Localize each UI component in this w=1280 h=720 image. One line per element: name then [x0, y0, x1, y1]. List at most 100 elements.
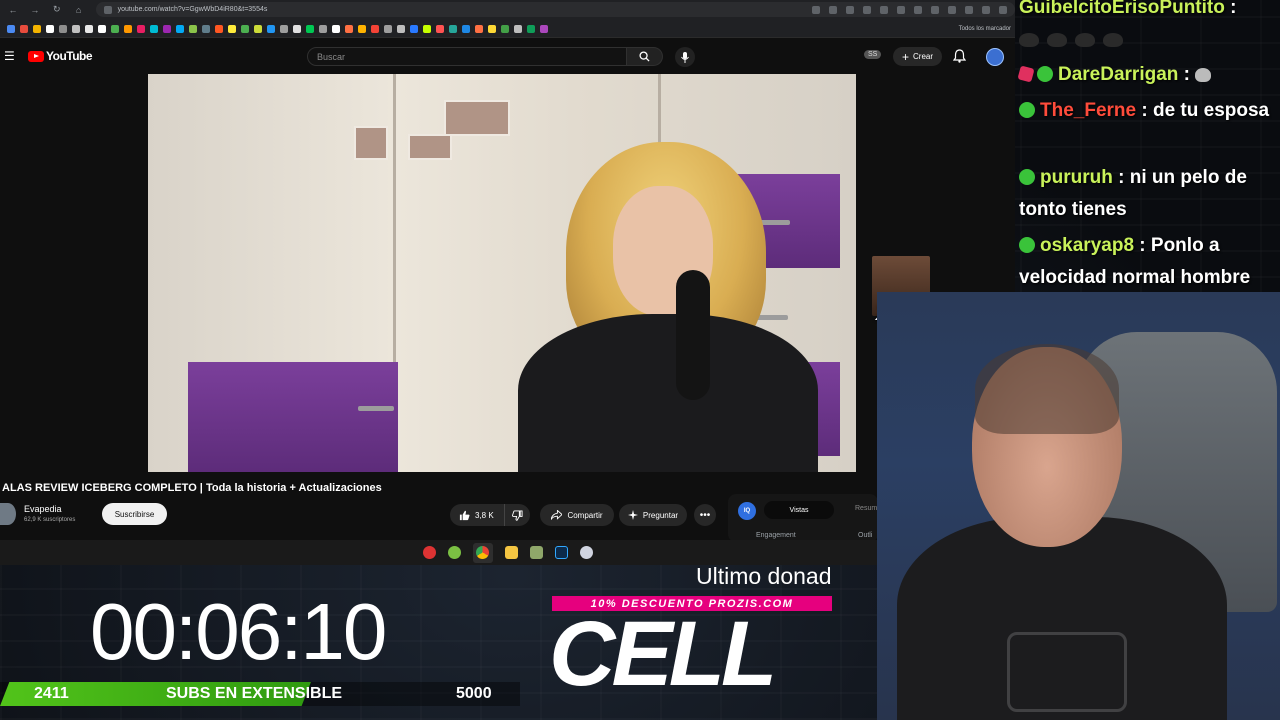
- back-icon[interactable]: ←: [8, 5, 18, 15]
- youtube-logo[interactable]: YouTube: [28, 49, 93, 63]
- wall-photo: [444, 100, 510, 136]
- bookmark-favicon-icon[interactable]: [462, 24, 470, 33]
- bookmark-favicon-icon[interactable]: [254, 24, 262, 33]
- video-player[interactable]: [148, 74, 856, 472]
- bookmark-favicon-icon[interactable]: [332, 24, 340, 33]
- search-input[interactable]: [307, 47, 627, 66]
- bookmark-favicon-icon[interactable]: [202, 24, 210, 33]
- app-icon[interactable]: [579, 546, 593, 559]
- forward-icon[interactable]: →: [30, 5, 40, 15]
- subscribe-button[interactable]: Suscribirse: [102, 503, 167, 525]
- bookmark-favicon-icon[interactable]: [98, 24, 106, 33]
- tab-vistas[interactable]: Vistas: [764, 501, 834, 519]
- bookmark-favicon-icon[interactable]: [124, 24, 132, 33]
- bookmark-favicon-icon[interactable]: [514, 24, 522, 33]
- bookmark-favicon-icon[interactable]: [527, 24, 535, 33]
- bookmark-favicon-icon[interactable]: [228, 24, 236, 33]
- bookmark-favicon-icon[interactable]: [163, 24, 171, 33]
- dislike-button[interactable]: [505, 509, 530, 521]
- search-button[interactable]: [627, 47, 663, 66]
- bookmark-favicon-icon[interactable]: [306, 24, 314, 33]
- account-avatar[interactable]: [986, 48, 1004, 66]
- extension-icon[interactable]: [931, 5, 940, 14]
- search-bar: [307, 47, 663, 66]
- subscriber-badge-icon: [1019, 237, 1035, 253]
- channel-avatar[interactable]: [0, 503, 16, 525]
- bookmark-favicon-icon[interactable]: [384, 24, 392, 33]
- extension-icon[interactable]: [948, 5, 957, 14]
- voice-search-button[interactable]: [675, 47, 695, 67]
- profile-icon[interactable]: [999, 5, 1008, 14]
- game-icon[interactable]: [529, 546, 543, 559]
- bookmark-favicon-icon[interactable]: [72, 24, 80, 33]
- bookmark-favicon-icon[interactable]: [293, 24, 301, 33]
- bookmark-favicon-icon[interactable]: [150, 24, 158, 33]
- sidebar-icon[interactable]: [982, 5, 991, 14]
- stream-layout: ← → ↻ ⌂ youtube.com/watch?v=GgwWbD4iR80&…: [0, 0, 1280, 720]
- extension-icon[interactable]: [914, 5, 923, 14]
- bookmark-favicon-icon[interactable]: [449, 24, 457, 33]
- share-arrow-icon: [551, 510, 563, 520]
- chat-separator: :: [1183, 64, 1196, 85]
- bookmark-favicon-icon[interactable]: [397, 24, 405, 33]
- bookmark-favicon-icon[interactable]: [46, 24, 54, 33]
- bookmark-favicon-icon[interactable]: [345, 24, 353, 33]
- obs-icon[interactable]: [422, 546, 436, 559]
- more-actions-button[interactable]: •••: [694, 504, 716, 526]
- youtube-play-icon: [28, 50, 44, 62]
- whatsapp-icon[interactable]: [447, 546, 461, 559]
- bookmark-favicon-icon[interactable]: [371, 24, 379, 33]
- address-bar[interactable]: youtube.com/watch?v=GgwWbD4iR80&t=3554s: [95, 2, 1016, 17]
- tab-resumen[interactable]: Resum: [855, 505, 877, 512]
- bookmark-favicon-icon[interactable]: [215, 24, 223, 33]
- all-bookmarks-link[interactable]: Todos los marcador: [959, 26, 1011, 32]
- bookmark-favicon-icon[interactable]: [267, 24, 275, 33]
- notifications-bell-icon[interactable]: [953, 49, 966, 63]
- bookmark-favicon-icon[interactable]: [137, 24, 145, 33]
- share-button[interactable]: Compartir: [540, 504, 614, 526]
- bookmark-favicon-icon[interactable]: [33, 24, 41, 33]
- chrome-taskbar-button[interactable]: [472, 542, 493, 563]
- cat-emote-icon: [1047, 33, 1067, 47]
- bookmark-favicon-icon[interactable]: [488, 24, 496, 33]
- bookmark-favicon-icon[interactable]: [423, 24, 431, 33]
- extension-icon[interactable]: [965, 5, 974, 14]
- site-info-icon[interactable]: [103, 5, 112, 14]
- bookmark-favicon-icon[interactable]: [501, 24, 509, 33]
- like-dislike-group: 3,8 K: [450, 504, 530, 526]
- analytics-logo-icon: IQ: [738, 502, 756, 520]
- menu-icon[interactable]: ☰: [4, 49, 16, 63]
- translate-icon[interactable]: [846, 5, 855, 14]
- extension-icon[interactable]: [897, 5, 906, 14]
- photoshop-icon[interactable]: [554, 546, 568, 559]
- bookmark-favicon-icon[interactable]: [280, 24, 288, 33]
- file-explorer-icon[interactable]: [504, 546, 518, 559]
- bookmark-favicon-icon[interactable]: [319, 24, 327, 33]
- extension-icon[interactable]: [880, 5, 889, 14]
- create-button[interactable]: + Crear: [893, 47, 943, 66]
- bookmark-favicon-icon[interactable]: [59, 24, 67, 33]
- reload-icon[interactable]: ↻: [52, 4, 62, 15]
- bookmark-favicon-icon[interactable]: [176, 24, 184, 33]
- ask-button[interactable]: Preguntar: [619, 504, 687, 526]
- bookmark-favicon-icon[interactable]: [7, 24, 15, 33]
- home-icon[interactable]: ⌂: [74, 5, 84, 15]
- bookmark-favicon-icon[interactable]: [20, 24, 28, 33]
- ss-badge[interactable]: SS: [864, 50, 882, 59]
- bookmark-favicon-icon[interactable]: [540, 24, 548, 33]
- bookmark-favicon-icon[interactable]: [410, 24, 418, 33]
- bookmark-favicon-icon[interactable]: [111, 24, 119, 33]
- bookmark-favicon-icon[interactable]: [475, 24, 483, 33]
- bookmark-favicon-icon[interactable]: [241, 24, 249, 33]
- share-page-icon[interactable]: [829, 5, 838, 14]
- bookmark-favicon-icon[interactable]: [189, 24, 197, 33]
- bookmark-favicon-icon[interactable]: [358, 24, 366, 33]
- star-icon[interactable]: [863, 5, 872, 14]
- bookmark-favicon-icon[interactable]: [436, 24, 444, 33]
- webcam-feed: [877, 292, 1280, 720]
- bookmark-favicon-icon[interactable]: [85, 24, 93, 33]
- ask-label: Preguntar: [642, 510, 679, 520]
- like-button[interactable]: 3,8 K: [450, 504, 505, 526]
- channel-name[interactable]: Evapedia: [24, 504, 62, 514]
- zoom-icon[interactable]: [812, 5, 821, 14]
